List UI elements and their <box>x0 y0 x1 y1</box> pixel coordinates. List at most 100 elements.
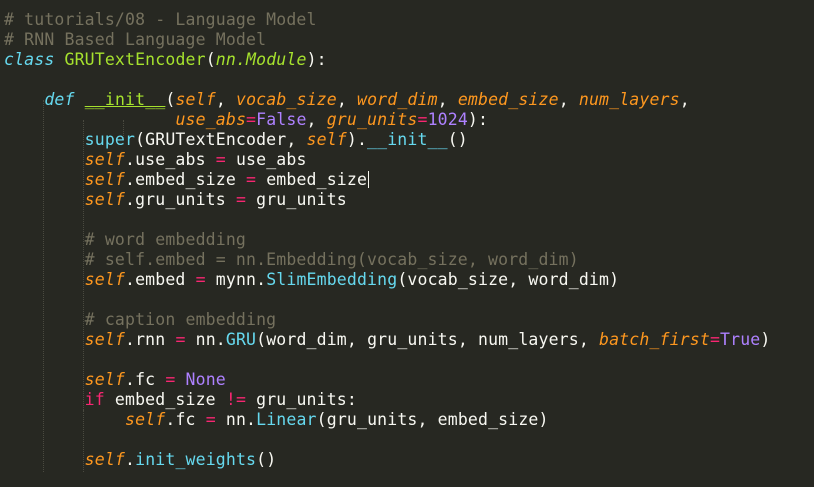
code-line[interactable]: class GRUTextEncoder(nn.Module): <box>4 50 327 70</box>
code-token-call: GRU <box>225 330 257 349</box>
code-line[interactable]: self.use_abs = use_abs <box>4 150 307 170</box>
code-line[interactable]: # RNN Based Language Model <box>4 30 266 50</box>
code-token-keyword: class <box>4 50 55 69</box>
code-line[interactable]: use_abs=False, gru_units=1024): <box>4 110 488 130</box>
code-token-plain: mynn. <box>205 270 267 289</box>
code-token-plain: .gru_units <box>125 190 236 209</box>
code-token-comment: # word embedding <box>84 230 247 249</box>
code-line[interactable]: # tutorials/08 - Language Model <box>4 10 317 30</box>
code-token-call: __init__ <box>367 130 448 149</box>
code-token-self: self <box>125 410 166 429</box>
code-token-constant: False <box>256 110 307 129</box>
code-token-self: self <box>84 330 126 349</box>
code-token-plain: () <box>256 450 277 469</box>
code-token-plain: gru_units <box>246 190 347 209</box>
code-token-param: gru_units <box>326 110 418 129</box>
code-token-comment: # caption embedding <box>84 310 277 329</box>
code-token-param: batch_first <box>599 330 710 349</box>
code-line[interactable]: # caption embedding <box>4 310 276 330</box>
code-token-plain: nn. <box>215 410 257 429</box>
code-token-plain: () <box>447 130 468 149</box>
code-token-inherit: nn.Module <box>215 50 307 69</box>
code-token-plain: (word_dim, gru_units, num_layers, <box>256 330 599 349</box>
code-token-param: num_layers <box>578 90 680 109</box>
code-token-param: vocab_size <box>235 90 337 109</box>
code-line[interactable]: self.rnn = nn.GRU(word_dim, gru_units, n… <box>4 330 771 350</box>
code-token-operator: = <box>205 410 216 429</box>
code-line[interactable]: super(GRUTextEncoder, self).__init__() <box>4 130 468 150</box>
code-token-comment: # tutorials/08 - Language Model <box>4 10 317 29</box>
code-line[interactable]: self.gru_units = gru_units <box>4 190 347 210</box>
code-token-operator: = <box>175 330 186 349</box>
code-line[interactable]: self.fc = None <box>4 370 226 390</box>
code-token-plain: ( <box>165 90 176 109</box>
code-token-plain: embed_size <box>256 170 368 189</box>
code-token-plain: , <box>215 90 236 109</box>
code-line[interactable]: if embed_size != gru_units: <box>4 390 357 410</box>
code-token-plain: ). <box>346 130 368 149</box>
code-token-keyword: def <box>44 90 75 109</box>
code-token-plain: use_abs <box>225 150 307 169</box>
code-token-func: __init__ <box>84 90 166 109</box>
code-token-operator: = <box>709 330 721 349</box>
code-line[interactable]: def __init__(self, vocab_size, word_dim,… <box>4 90 690 110</box>
code-token-plain: ) <box>760 330 771 349</box>
code-token-plain: (GRUTextEncoder, <box>135 130 307 149</box>
code-token-operator: = <box>235 190 247 209</box>
code-token-plain: , <box>679 90 690 109</box>
code-token-plain: .rnn <box>125 330 176 349</box>
code-token-plain: , <box>306 110 327 129</box>
code-line[interactable]: # word embedding <box>4 230 246 250</box>
code-token-call: Linear <box>256 410 317 429</box>
code-token-self: self <box>84 370 126 389</box>
code-token-plain: .fc <box>125 370 166 389</box>
code-token-classname: GRUTextEncoder <box>64 50 206 69</box>
text-cursor <box>368 171 370 188</box>
code-line[interactable]: self.init_weights() <box>4 450 276 470</box>
code-token-operator: = <box>246 110 257 129</box>
code-token-operator: = <box>195 270 206 289</box>
code-editor[interactable]: # tutorials/08 - Language Model # RNN Bas… <box>0 0 814 487</box>
code-token-plain: (vocab_size, word_dim) <box>397 270 620 289</box>
code-token-self: self <box>84 450 126 469</box>
code-token-plain: .embed <box>125 270 196 289</box>
code-line[interactable]: # self.embed = nn.Embedding(vocab_size, … <box>4 250 579 270</box>
code-token-builtin: super <box>84 130 136 149</box>
code-token-plain: embed_size <box>104 390 226 409</box>
code-token-plain: .fc <box>165 410 206 429</box>
code-token-self: self <box>306 130 347 149</box>
code-token-operator: != <box>225 390 247 409</box>
code-token-constant: None <box>185 370 226 389</box>
code-token-plain: ): <box>467 110 489 129</box>
code-line[interactable]: self.fc = nn.Linear(gru_units, embed_siz… <box>4 410 549 430</box>
code-token-plain: , <box>336 90 357 109</box>
code-token-plain: .use_abs <box>125 150 216 169</box>
code-token-self: self <box>84 270 126 289</box>
code-token-operator: = <box>215 150 226 169</box>
code-line[interactable]: self.embed_size = embed_size <box>4 170 370 190</box>
code-token-param: self <box>175 90 216 109</box>
code-token-self: self <box>84 170 126 189</box>
code-line[interactable]: self.embed = mynn.SlimEmbedding(vocab_si… <box>4 270 619 290</box>
code-token-comment: # RNN Based Language Model <box>4 30 267 49</box>
code-token-operator: = <box>165 370 176 389</box>
code-token-plain: nn. <box>185 330 226 349</box>
code-token-param: use_abs <box>175 110 247 129</box>
